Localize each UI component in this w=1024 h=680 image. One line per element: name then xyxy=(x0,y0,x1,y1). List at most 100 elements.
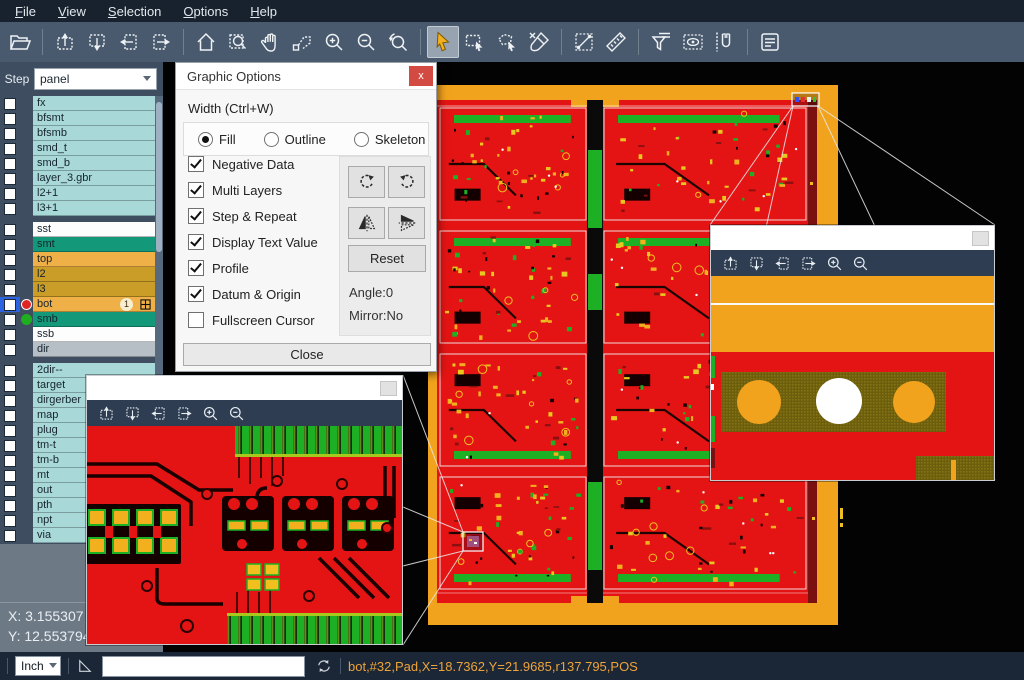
rotate-cw-button[interactable] xyxy=(348,166,385,198)
measure-ruler-tool[interactable] xyxy=(600,26,632,58)
layer-checkbox-smt[interactable] xyxy=(0,237,20,252)
layer-row-fx[interactable]: fx xyxy=(0,96,163,111)
fill-mode-radio-fill[interactable]: Fill xyxy=(198,132,236,147)
layer-checkbox-fx[interactable] xyxy=(0,96,20,111)
snap-magnet-tool[interactable] xyxy=(709,26,741,58)
unit-select[interactable]: Inch xyxy=(15,656,61,676)
option-checkbox-negative-data[interactable]: Negative Data xyxy=(188,151,318,177)
layer-list-tool[interactable] xyxy=(754,26,786,58)
layer-checkbox-ssb[interactable] xyxy=(0,327,20,342)
command-input[interactable] xyxy=(102,656,305,677)
menu-help[interactable]: Help xyxy=(239,2,288,21)
snap-corner-icon[interactable] xyxy=(76,657,94,675)
flip-horizontal-button[interactable] xyxy=(348,207,385,239)
zoom-out-tool[interactable] xyxy=(350,26,382,58)
zoom-object-tool[interactable] xyxy=(286,26,318,58)
fill-mode-radio-outline[interactable]: Outline xyxy=(264,132,326,147)
layer-row-l3+1[interactable]: l3+1 xyxy=(0,201,163,216)
view-left-tool[interactable] xyxy=(145,402,171,424)
select-cursor-tool[interactable] xyxy=(427,26,459,58)
magnifier1-window[interactable] xyxy=(86,375,403,645)
layer-checkbox-bot[interactable] xyxy=(0,297,20,312)
layer-name-top[interactable]: top xyxy=(33,252,155,267)
zoom-window-tool[interactable] xyxy=(222,26,254,58)
layer-checkbox-bfsmt[interactable] xyxy=(0,111,20,126)
popup-restore-button[interactable] xyxy=(972,231,989,246)
layer-checkbox-smd_t[interactable] xyxy=(0,141,20,156)
layer-checkbox-layer_3.gbr[interactable] xyxy=(0,171,20,186)
measure-point-tool[interactable] xyxy=(568,26,600,58)
clear-brush-tool[interactable] xyxy=(523,26,555,58)
layer-checkbox-npt[interactable] xyxy=(0,513,20,528)
layer-checkbox-map[interactable] xyxy=(0,408,20,423)
layer-row-dir[interactable]: dir xyxy=(0,342,163,357)
rect-select-tool[interactable] xyxy=(459,26,491,58)
layer-name-smb[interactable]: smb xyxy=(33,312,155,327)
layer-name-bot[interactable]: bot1 xyxy=(33,297,155,312)
pan-hand-tool[interactable] xyxy=(254,26,286,58)
layer-checkbox-dir[interactable] xyxy=(0,342,20,357)
magnifier1-titlebar[interactable] xyxy=(87,376,402,400)
layer-checkbox-l3+1[interactable] xyxy=(0,201,20,216)
layer-row-smt[interactable]: smt xyxy=(0,237,163,252)
step-select[interactable]: panel xyxy=(34,68,157,90)
view-down-tool[interactable] xyxy=(81,26,113,58)
layer-name-l3[interactable]: l3 xyxy=(33,282,155,297)
popup-restore-button[interactable] xyxy=(380,381,397,396)
layer-row-top[interactable]: top xyxy=(0,252,163,267)
layer-row-smd_b[interactable]: smd_b xyxy=(0,156,163,171)
layer-name-l3+1[interactable]: l3+1 xyxy=(33,201,155,216)
layer-name-layer_3.gbr[interactable]: layer_3.gbr xyxy=(33,171,155,186)
view-up-tool[interactable] xyxy=(49,26,81,58)
layer-row-bfsmb[interactable]: bfsmb xyxy=(0,126,163,141)
view-left-tool[interactable] xyxy=(769,252,795,274)
layer-row-smd_t[interactable]: smd_t xyxy=(0,141,163,156)
option-checkbox-datum-origin[interactable]: Datum & Origin xyxy=(188,281,318,307)
layer-checkbox-smb[interactable] xyxy=(0,312,20,327)
layer-name-l2[interactable]: l2 xyxy=(33,267,155,282)
layer-name-dir[interactable]: dir xyxy=(33,342,155,357)
zoom-in-tool[interactable] xyxy=(318,26,350,58)
layer-checkbox-out[interactable] xyxy=(0,483,20,498)
layer-row-bot[interactable]: bot1 xyxy=(0,297,163,312)
zoom-out-tool[interactable] xyxy=(847,252,873,274)
layer-row-sst[interactable]: sst xyxy=(0,222,163,237)
layer-checkbox-via[interactable] xyxy=(0,528,20,543)
layer-row-layer_3.gbr[interactable]: layer_3.gbr xyxy=(0,171,163,186)
layer-checkbox-l2+1[interactable] xyxy=(0,186,20,201)
magnifier2-window[interactable] xyxy=(710,225,995,481)
layer-checkbox-top[interactable] xyxy=(0,252,20,267)
layer-checkbox-2dir--[interactable] xyxy=(0,363,20,378)
view-right-tool[interactable] xyxy=(795,252,821,274)
option-checkbox-fullscreen-cursor[interactable]: Fullscreen Cursor xyxy=(188,307,318,333)
layer-checkbox-dirgerber[interactable] xyxy=(0,393,20,408)
view-right-tool[interactable] xyxy=(171,402,197,424)
layer-row-ssb[interactable]: ssb xyxy=(0,327,163,342)
view-down-tool[interactable] xyxy=(743,252,769,274)
layer-row-l2+1[interactable]: l2+1 xyxy=(0,186,163,201)
layer-checkbox-mt[interactable] xyxy=(0,468,20,483)
filter-tool[interactable] xyxy=(645,26,677,58)
dialog-titlebar[interactable]: Graphic Options x xyxy=(176,63,436,90)
layer-checkbox-plug[interactable] xyxy=(0,423,20,438)
layer-checkbox-tm-b[interactable] xyxy=(0,453,20,468)
option-checkbox-profile[interactable]: Profile xyxy=(188,255,318,281)
layer-row-bfsmt[interactable]: bfsmt xyxy=(0,111,163,126)
layer-checkbox-pth[interactable] xyxy=(0,498,20,513)
layer-row-l3[interactable]: l3 xyxy=(0,282,163,297)
highlight-eye-tool[interactable] xyxy=(677,26,709,58)
layer-row-l2[interactable]: l2 xyxy=(0,267,163,282)
layer-row-smb[interactable]: smb xyxy=(0,312,163,327)
zoom-out-tool[interactable] xyxy=(223,402,249,424)
open-file-tool[interactable] xyxy=(4,26,36,58)
layer-name-l2+1[interactable]: l2+1 xyxy=(33,186,155,201)
close-button[interactable]: Close xyxy=(183,343,431,366)
layer-name-ssb[interactable]: ssb xyxy=(33,327,155,342)
layer-name-smd_t[interactable]: smd_t xyxy=(33,141,155,156)
layer-name-fx[interactable]: fx xyxy=(33,96,155,111)
view-right-tool[interactable] xyxy=(145,26,177,58)
zoom-in-tool[interactable] xyxy=(821,252,847,274)
layer-checkbox-target[interactable] xyxy=(0,378,20,393)
flip-vertical-button[interactable] xyxy=(388,207,425,239)
poly-select-tool[interactable] xyxy=(491,26,523,58)
